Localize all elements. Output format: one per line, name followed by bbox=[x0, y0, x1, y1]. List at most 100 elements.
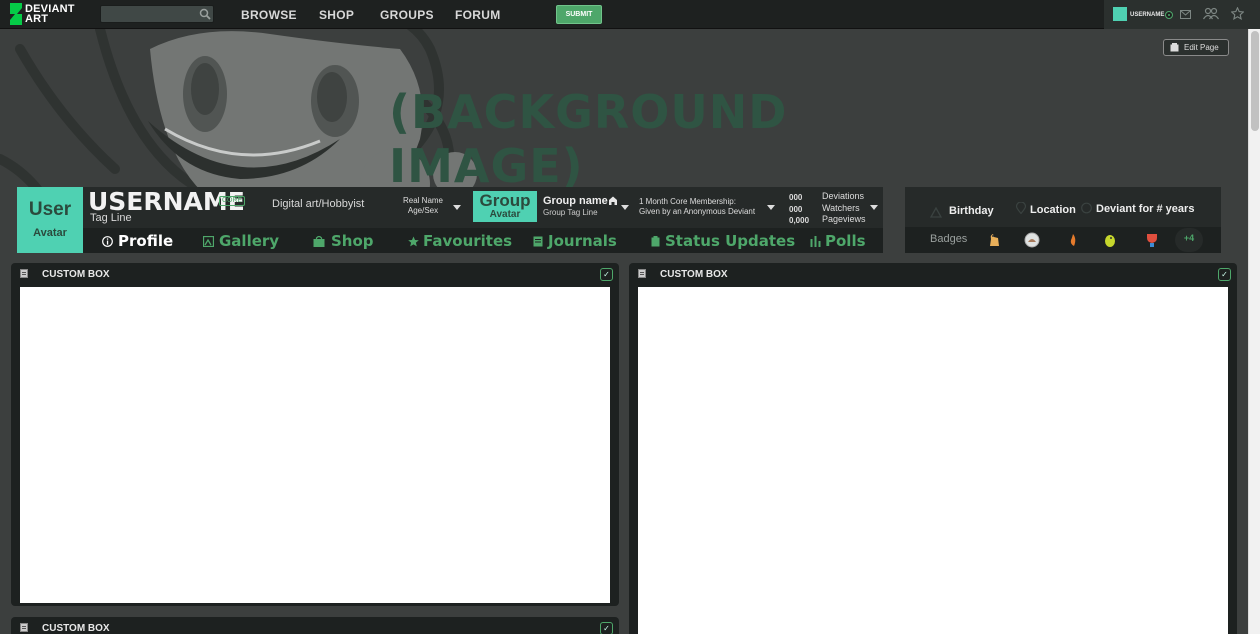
custom-box-title: CUSTOM BOX bbox=[660, 269, 728, 280]
pageviews-count: 0,000 bbox=[789, 216, 810, 225]
tab-journals[interactable]: Journals bbox=[548, 232, 617, 250]
avatar-label-line2: Avatar bbox=[33, 227, 67, 239]
user-name[interactable]: USERNAME bbox=[1130, 12, 1164, 18]
age-sex-label: Age/Sex bbox=[407, 206, 439, 215]
badges-label: Badges bbox=[930, 233, 968, 245]
watchers-count: 000 bbox=[789, 204, 803, 214]
logo-text: DEVIANT ART bbox=[25, 3, 75, 25]
edit-page-button[interactable]: Edit Page bbox=[1163, 39, 1229, 56]
flame-badge-icon[interactable] bbox=[1065, 232, 1081, 248]
edit-box-button[interactable]: ✓ bbox=[600, 622, 613, 634]
custom-box-content bbox=[20, 287, 610, 603]
custom-box: CUSTOM BOX ✓ bbox=[11, 263, 619, 606]
watch-icon[interactable] bbox=[1203, 7, 1219, 20]
stats-values: 000 000 0,000 bbox=[789, 192, 809, 227]
tab-polls[interactable]: Polls bbox=[825, 232, 866, 250]
edit-box-button[interactable]: ✓ bbox=[1218, 268, 1231, 281]
chevron-down-icon[interactable] bbox=[453, 205, 461, 210]
chevron-down-icon[interactable] bbox=[870, 205, 878, 210]
tab-profile[interactable]: Profile bbox=[118, 232, 173, 250]
deviantart-logo[interactable]: DEVIANT ART bbox=[8, 3, 88, 26]
star-icon[interactable] bbox=[1231, 7, 1244, 20]
nav-forum[interactable]: FORUM bbox=[455, 8, 501, 22]
edit-box-button[interactable]: ✓ bbox=[600, 268, 613, 281]
stats-labels: Deviations Watchers Pageviews bbox=[822, 191, 866, 226]
custom-box-content bbox=[638, 287, 1228, 634]
real-name-label: Real Name bbox=[402, 196, 443, 205]
art-status: Digital art/Hobbyist bbox=[272, 198, 365, 210]
user-menu[interactable]: USERNAME bbox=[1104, 0, 1260, 29]
tab-favourites[interactable]: Favourites bbox=[423, 232, 512, 250]
banner-placeholder-text: (BACKGROUND IMAGE) bbox=[389, 85, 788, 193]
custom-box-header: CUSTOM BOX ✓ bbox=[629, 263, 1237, 287]
group-avatar[interactable]: Group Avatar bbox=[473, 191, 537, 222]
edit-page-label: Edit Page bbox=[1184, 43, 1219, 52]
custom-box: CUSTOM BOX ✓ bbox=[11, 617, 619, 634]
gallery-icon bbox=[203, 236, 214, 247]
birthday-cake-icon bbox=[930, 207, 942, 218]
avatar-label-line1: User bbox=[28, 199, 72, 220]
tab-status-updates[interactable]: Status Updates bbox=[665, 232, 795, 250]
page-scrollbar[interactable] bbox=[1248, 29, 1260, 634]
tab-shop[interactable]: Shop bbox=[331, 232, 374, 250]
document-icon bbox=[20, 269, 28, 278]
mail-icon[interactable] bbox=[1180, 10, 1191, 19]
chevron-down-icon[interactable] bbox=[767, 205, 775, 210]
trophy-badge-icon[interactable] bbox=[1144, 232, 1160, 248]
nav-groups[interactable]: GROUPS bbox=[380, 8, 434, 22]
submit-button[interactable]: SUBMIT bbox=[556, 5, 602, 24]
birthday-label: Birthday bbox=[949, 205, 994, 217]
document-icon bbox=[20, 623, 28, 632]
cake-badge-icon[interactable] bbox=[1024, 232, 1040, 248]
location-label: Location bbox=[1030, 204, 1076, 216]
edit-page-icon bbox=[1170, 43, 1179, 52]
top-navigation-bar: DEVIANT ART BROWSE SHOP GROUPS FORUM SUB… bbox=[0, 0, 1260, 29]
deviant-clock-icon bbox=[1081, 202, 1092, 214]
custom-box-title: CUSTOM BOX bbox=[42, 269, 110, 280]
deviantart-logo-icon bbox=[10, 3, 22, 25]
search-icon[interactable] bbox=[199, 8, 211, 20]
custom-box-title: CUSTOM BOX bbox=[42, 623, 110, 634]
membership-line2: Given by an Anonymous Deviant bbox=[639, 207, 756, 216]
group-tagline: Group Tag Line bbox=[543, 208, 598, 217]
group-name[interactable]: Group name bbox=[543, 195, 608, 207]
nav-shop[interactable]: SHOP bbox=[319, 8, 354, 22]
search-input[interactable] bbox=[100, 5, 214, 23]
pageviews-label: Pageviews bbox=[822, 214, 866, 224]
document-icon bbox=[638, 269, 646, 278]
online-status-icon bbox=[1165, 11, 1173, 19]
badges-bar: Badges +4 bbox=[905, 227, 1221, 253]
group-avatar-line2: Avatar bbox=[489, 209, 521, 220]
shopping-bag-icon bbox=[313, 236, 325, 247]
custom-box-header: CUSTOM BOX ✓ bbox=[11, 617, 619, 634]
tab-gallery[interactable]: Gallery bbox=[219, 232, 279, 250]
core-badge: CORE bbox=[219, 196, 246, 206]
watchers-label: Watchers bbox=[822, 202, 860, 213]
user-avatar[interactable] bbox=[1113, 7, 1127, 21]
star-icon bbox=[408, 236, 419, 247]
profile-info-box: Birthday Location Deviant for # years Ba… bbox=[905, 187, 1221, 253]
real-name-info[interactable]: Real Name Age/Sex bbox=[395, 196, 451, 216]
chick-badge-icon[interactable] bbox=[1102, 232, 1118, 248]
poll-chart-icon bbox=[810, 236, 821, 247]
chevron-down-icon[interactable] bbox=[621, 205, 629, 210]
custom-box-header: CUSTOM BOX ✓ bbox=[11, 263, 619, 287]
profile-tabs: Profile Gallery Shop Favourites Journals… bbox=[83, 228, 883, 253]
deviant-for-label: Deviant for # years bbox=[1096, 203, 1195, 215]
user-avatar-large[interactable]: User Avatar bbox=[17, 187, 83, 253]
nav-browse[interactable]: BROWSE bbox=[241, 8, 297, 22]
membership-info: 1 Month Core Membership: Given by an Ano… bbox=[639, 197, 755, 217]
membership-line1: 1 Month Core Membership: bbox=[639, 197, 736, 206]
scrollbar-thumb[interactable] bbox=[1251, 31, 1259, 131]
status-update-icon bbox=[651, 236, 660, 247]
deviations-label: Deviations bbox=[822, 191, 865, 201]
more-badges-button[interactable]: +4 bbox=[1175, 228, 1203, 252]
profile-tagline: Tag Line bbox=[90, 212, 132, 224]
info-icon bbox=[102, 236, 113, 247]
custom-box: CUSTOM BOX ✓ bbox=[629, 263, 1237, 634]
llama-badge-icon[interactable] bbox=[986, 232, 1002, 248]
location-pin-icon bbox=[1016, 202, 1026, 214]
group-avatar-line1: Group bbox=[479, 191, 531, 210]
home-icon bbox=[609, 196, 617, 205]
deviations-count: 000 bbox=[789, 193, 803, 202]
